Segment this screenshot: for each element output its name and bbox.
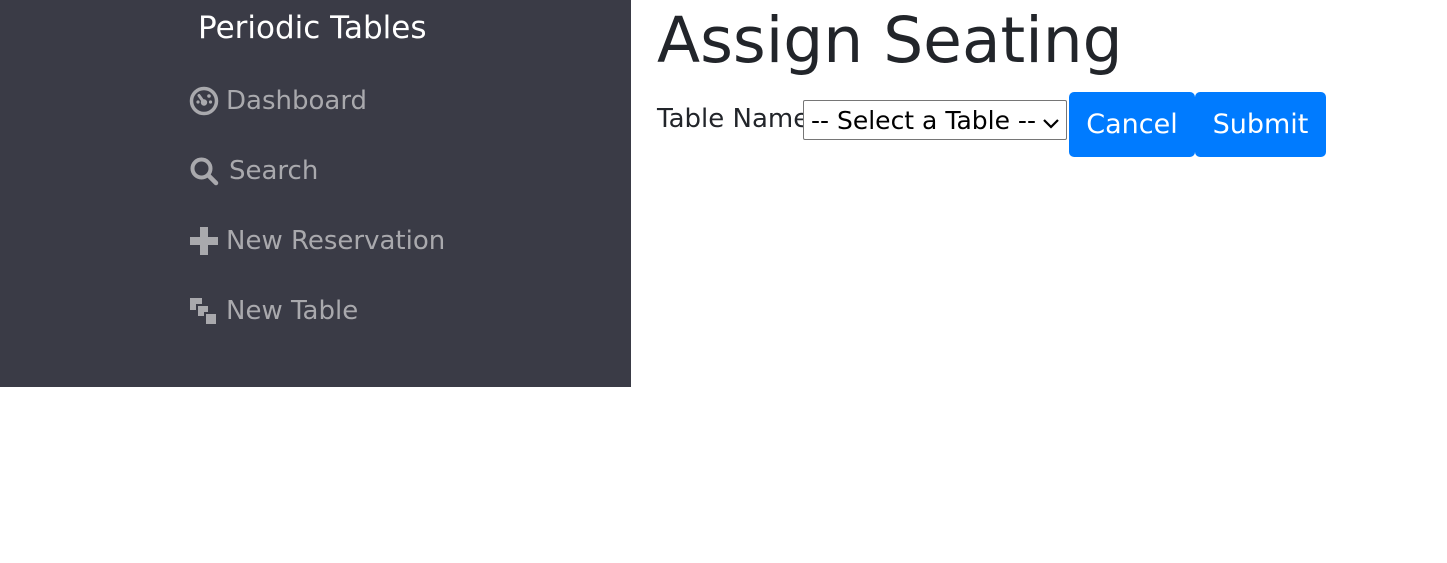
dashboard-gauge-icon [189, 86, 219, 116]
table-select-value: -- Select a Table -- [811, 105, 1036, 135]
sidebar-item-new-table[interactable]: New Table [189, 291, 358, 331]
cancel-button[interactable]: Cancel [1069, 92, 1195, 157]
chevron-down-icon [1041, 110, 1061, 130]
sidebar-item-label: Search [229, 156, 319, 186]
sidebar-item-dashboard[interactable]: Dashboard [189, 81, 367, 121]
submit-button[interactable]: Submit [1195, 92, 1326, 157]
search-icon [189, 156, 219, 186]
sidebar-item-search[interactable]: Search [189, 151, 318, 191]
sidebar-item-label: New Table [226, 296, 359, 326]
table-select[interactable]: -- Select a Table -- [803, 100, 1067, 140]
sidebar-item-label: New Reservation [226, 226, 446, 256]
sidebar-item-label: Dashboard [226, 86, 368, 116]
layered-squares-icon [189, 296, 219, 326]
plus-icon [189, 226, 219, 256]
page-title: Assign Seating [657, 4, 1123, 77]
table-name-label: Table Name [657, 104, 810, 134]
app-brand[interactable]: Periodic Tables [198, 10, 427, 46]
page: Periodic Tables Dashboard Search New Res… [0, 0, 1447, 563]
sidebar-item-new-reservation[interactable]: New Reservation [189, 221, 445, 261]
sidebar: Periodic Tables Dashboard Search New Res… [0, 0, 631, 387]
